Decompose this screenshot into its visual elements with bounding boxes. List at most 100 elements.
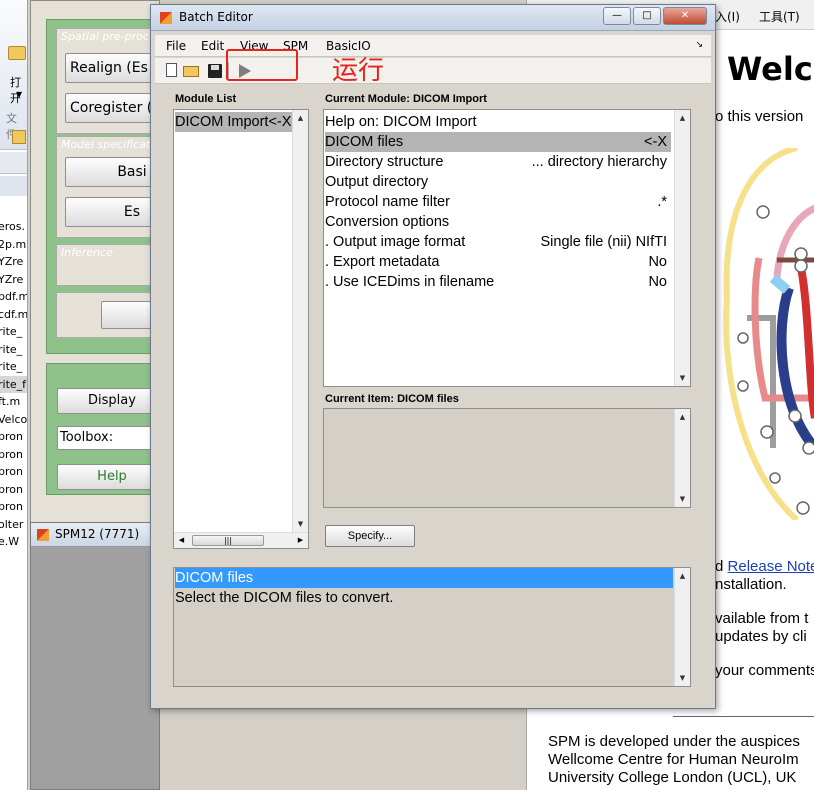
module-list[interactable]: DICOM Import<-X ▲ ▼ ◀ ||| ▶: [173, 109, 309, 549]
scroll-thumb[interactable]: |||: [192, 535, 264, 546]
file-list-item[interactable]: olter: [0, 516, 27, 534]
folder-icon[interactable]: [12, 130, 26, 144]
file-list-item[interactable]: cdf.m: [0, 306, 27, 324]
option-label: . Output image format: [325, 234, 466, 250]
minimize-button[interactable]: —: [603, 7, 631, 25]
module-option-row[interactable]: Protocol name filter .*: [325, 192, 671, 212]
option-value: ... directory hierarchy: [531, 154, 667, 170]
current-module-list[interactable]: . Use ICEDims in filename No. Export meta…: [323, 109, 691, 387]
spm-menu-panel: Spatial pre-proc Realign (Es Coregister …: [46, 19, 169, 354]
option-value: No: [648, 254, 667, 270]
title-bar[interactable]: Batch Editor — □ ✕: [151, 5, 715, 31]
run-annotation-label: 运行: [332, 56, 385, 86]
option-label: Conversion options: [325, 214, 450, 230]
folder-icon[interactable]: [8, 46, 26, 60]
installation-text: nstallation.: [715, 576, 787, 593]
file-list-item[interactable]: pdf.m: [0, 288, 27, 306]
file-list-item[interactable]: 2p.m: [0, 236, 27, 254]
vertical-scrollbar[interactable]: ▲ ▼: [674, 409, 690, 507]
vertical-scrollbar[interactable]: ▲ ▼: [674, 568, 690, 686]
divider: [673, 716, 814, 717]
release-notes-link[interactable]: Release Note: [728, 558, 814, 575]
vertical-scrollbar[interactable]: ▲ ▼: [674, 110, 690, 386]
undock-icon[interactable]: ↘: [695, 40, 703, 50]
batch-editor-window: Batch Editor — □ ✕ File Edit View SPM Ba…: [150, 4, 716, 709]
title-bar[interactable]: SPM12 (7771): [31, 523, 161, 547]
spm-utility-panel: Display Toolbox: ▼ Help: [46, 363, 167, 495]
file-list-item[interactable]: pron: [0, 446, 27, 464]
module-option-row[interactable]: Conversion options: [325, 212, 671, 232]
file-list-item[interactable]: pron: [0, 463, 27, 481]
module-option-row[interactable]: DICOM files <-X: [325, 132, 671, 152]
menu-file[interactable]: File: [166, 39, 186, 53]
file-list-item[interactable]: pron: [0, 428, 27, 446]
module-option-row[interactable]: Directory structure ... directory hierarc…: [325, 152, 671, 172]
panel-title: Spatial pre-proc: [61, 30, 149, 43]
horizontal-scrollbar[interactable]: ◀ ||| ▶: [174, 532, 308, 548]
column-header: [0, 176, 27, 196]
option-value: Single file (nii) NIfTI: [540, 234, 667, 250]
toolbox-label: Toolbox:: [60, 430, 114, 445]
vertical-scrollbar[interactable]: ▲ ▼: [292, 110, 308, 532]
window-title: SPM12 (7771): [55, 527, 140, 541]
file-list-item[interactable]: rite_: [0, 323, 27, 341]
scroll-right-icon[interactable]: ▶: [293, 533, 308, 548]
file-list-item[interactable]: YZre: [0, 253, 27, 271]
module-option-row[interactable]: . Use ICEDims in filename No: [325, 272, 671, 292]
file-list-item[interactable]: e.W: [0, 533, 27, 551]
file-list-item[interactable]: pron: [0, 498, 27, 516]
open-folder-icon[interactable]: [182, 62, 200, 80]
scroll-down-icon[interactable]: ▼: [675, 370, 690, 386]
file-list-item[interactable]: rite_: [0, 358, 27, 376]
maximize-button[interactable]: □: [633, 7, 661, 25]
option-label: Directory structure: [325, 154, 444, 170]
file-list-item[interactable]: ft.m: [0, 393, 27, 411]
save-icon[interactable]: [206, 62, 224, 80]
module-option-row[interactable]: Output directory: [325, 172, 671, 192]
matlab-logo-icon: [160, 12, 172, 24]
module-list-item[interactable]: DICOM Import<-X: [175, 112, 293, 132]
matlab-logo-icon: [37, 529, 49, 541]
help-description: Select the DICOM files to convert.: [175, 590, 394, 606]
updates-text: updates by cli: [715, 628, 807, 645]
welcome-heading: Welco: [727, 50, 814, 88]
chevron-down-icon[interactable]: ▼: [16, 90, 22, 99]
spm-graphics-window: SPM12 (7771): [30, 522, 161, 790]
new-file-icon[interactable]: [163, 62, 181, 80]
file-explorer: 打开 ▼ 文件 eros.2p.mYZreYZrepdf.mcdf.mrite_…: [0, 0, 28, 790]
current-item-label: Current Item: DICOM files: [325, 393, 459, 405]
file-list-item[interactable]: YZre: [0, 271, 27, 289]
option-label: DICOM files: [325, 134, 404, 150]
scroll-down-icon[interactable]: ▼: [675, 670, 690, 686]
specify-button[interactable]: Specify...: [325, 525, 415, 547]
option-label: . Export metadata: [325, 254, 440, 270]
scroll-down-icon[interactable]: ▼: [293, 516, 308, 532]
file-list-item[interactable]: eros.: [0, 218, 27, 236]
close-button[interactable]: ✕: [663, 7, 707, 25]
file-list-item[interactable]: pron: [0, 481, 27, 499]
current-item-list[interactable]: ▲ ▼: [323, 408, 691, 508]
scroll-up-icon[interactable]: ▲: [675, 110, 690, 126]
footer-line: SPM is developed under the auspices: [548, 733, 800, 750]
spm-logo-graphic: [723, 148, 814, 520]
scroll-up-icon[interactable]: ▲: [293, 110, 308, 126]
file-list-item[interactable]: Velco: [0, 411, 27, 429]
module-option-row[interactable]: Help on: DICOM Import: [325, 112, 671, 132]
spm-main-window: Spatial pre-proc Realign (Es Coregister …: [30, 0, 169, 528]
scroll-left-icon[interactable]: ◀: [174, 533, 189, 548]
module-option-row[interactable]: . Export metadata No: [325, 252, 671, 272]
release-notes-line: d Release Note: [715, 558, 814, 575]
module-option-row[interactable]: . Output image format Single file (nii) N…: [325, 232, 671, 252]
address-bar[interactable]: [0, 152, 27, 174]
menu-tools[interactable]: 工具(T): [759, 8, 800, 25]
help-text-box[interactable]: DICOM files Select the DICOM files to co…: [173, 567, 691, 687]
link-prefix: d: [715, 558, 724, 575]
menu-insert[interactable]: 入(I): [715, 8, 740, 25]
scroll-down-icon[interactable]: ▼: [675, 491, 690, 507]
scroll-up-icon[interactable]: ▲: [675, 409, 690, 425]
scroll-up-icon[interactable]: ▲: [675, 568, 690, 584]
panel-title: Inference: [61, 246, 113, 259]
file-list-item[interactable]: rite_: [0, 341, 27, 359]
file-list-item[interactable]: rite_f: [0, 375, 27, 393]
menu-edit[interactable]: Edit: [201, 39, 224, 53]
